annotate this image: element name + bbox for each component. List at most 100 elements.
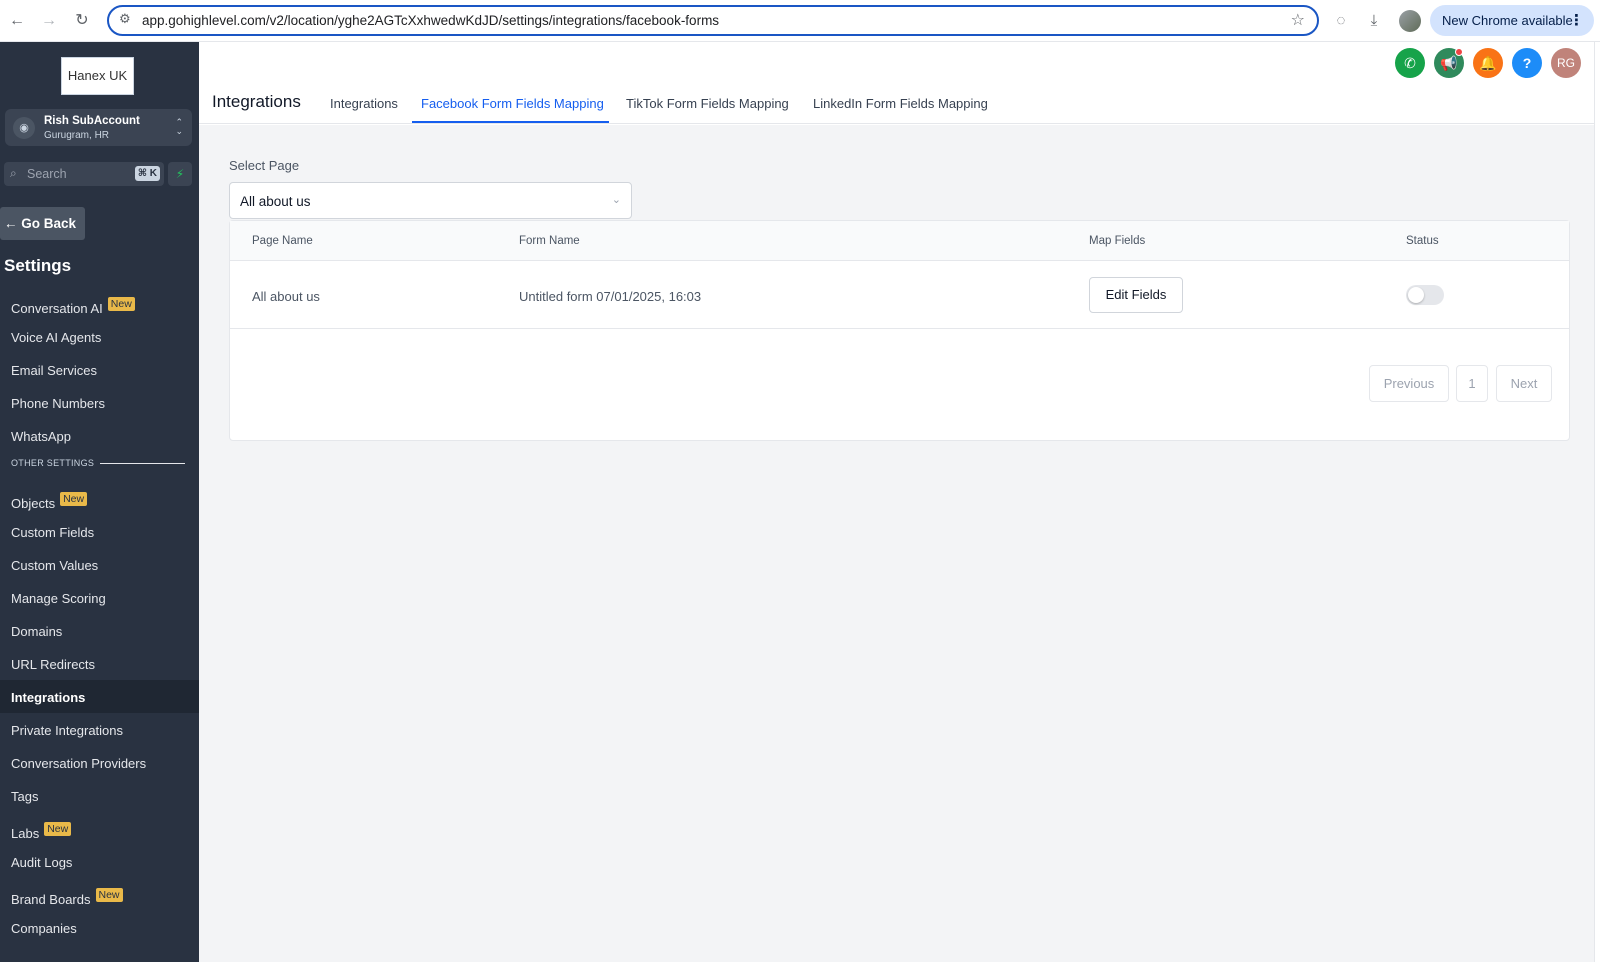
chevron-down-icon: ⌄ (611, 194, 621, 206)
more-menu-icon[interactable]: ⋮ (1569, 11, 1584, 29)
phone-icon[interactable]: ✆ (1395, 48, 1425, 78)
sidebar-item-label: Custom Values (11, 558, 99, 573)
sidebar-item-label: Labs (11, 826, 40, 841)
next-page-button[interactable]: Next (1496, 365, 1552, 402)
sidebar-item-label: Conversation AI (11, 301, 103, 316)
selected-page-value: All about us (240, 194, 311, 209)
sidebar-item-label: WhatsApp (11, 429, 71, 444)
sidebar-item-companies[interactable]: Companies (0, 911, 199, 944)
settings-title: Settings (4, 256, 72, 275)
tab-linkedin-form-fields-mapping[interactable]: LinkedIn Form Fields Mapping (813, 96, 988, 111)
sidebar-item-label: Phone Numbers (11, 396, 105, 411)
sidebar-item-conversation-providers[interactable]: Conversation Providers (0, 746, 199, 779)
forms-table-card: Page Name Form Name Map Fields Status Al… (229, 220, 1570, 441)
go-back-button[interactable]: ← Go Back (0, 207, 85, 240)
cell-form-name: Untitled form 07/01/2025, 16:03 (519, 289, 702, 304)
new-badge: New (44, 822, 72, 836)
sidebar-item-custom-fields[interactable]: Custom Fields (0, 515, 199, 548)
select-page-dropdown[interactable]: All about us ⌄ (229, 182, 632, 219)
page-header (199, 42, 1594, 124)
reload-icon[interactable]: ↻ (72, 11, 92, 31)
url-text: app.gohighlevel.com/v2/location/yghe2AGT… (142, 13, 720, 28)
company-logo[interactable]: Hanex UK (61, 57, 134, 95)
user-icon: ◉ (13, 117, 35, 139)
new-chrome-available-button[interactable]: New Chrome available ⋮ (1430, 5, 1594, 36)
sidebar-item-custom-values[interactable]: Custom Values (0, 548, 199, 581)
sidebar-item-label: URL Redirects (11, 657, 96, 672)
sidebar-item-private-integrations[interactable]: Private Integrations (0, 713, 199, 746)
bookmark-star-icon[interactable]: ☆ (1291, 10, 1305, 30)
sidebar-item-label: Conversation Providers (11, 756, 147, 771)
search-shortcut: ⌘ K (134, 166, 160, 181)
table-row: All about us Untitled form 07/01/2025, 1… (230, 261, 1569, 329)
sidebar-item-label: Tags (11, 789, 39, 804)
go-back-label: Go Back (21, 216, 77, 231)
user-avatar[interactable]: RG (1551, 48, 1581, 78)
notification-dot (1455, 48, 1463, 56)
edit-fields-button[interactable]: Edit Fields (1089, 277, 1183, 313)
sidebar-item-label: Email Services (11, 363, 97, 378)
user-initials: RG (1557, 56, 1575, 70)
search-placeholder: Search (27, 167, 67, 181)
sidebar-item-label: Voice AI Agents (11, 330, 102, 345)
site-settings-icon[interactable]: ⚙ (119, 11, 131, 27)
forward-arrow-icon[interactable]: → (39, 11, 59, 31)
cell-page-name: All about us (252, 289, 320, 304)
sidebar-item-tags[interactable]: Tags (0, 779, 199, 812)
sidebar-item-labs[interactable]: Labs New (0, 812, 199, 845)
page-number-button[interactable]: 1 (1456, 365, 1488, 402)
sidebar-item-manage-scoring[interactable]: Manage Scoring (0, 581, 199, 614)
sidebar-item-integrations[interactable]: Integrations (0, 680, 199, 713)
sidebar-item-url-redirects[interactable]: URL Redirects (0, 647, 199, 680)
active-tab-indicator (412, 121, 609, 123)
new-badge: New (60, 492, 88, 506)
tab-facebook-form-fields-mapping[interactable]: Facebook Form Fields Mapping (421, 96, 604, 111)
sidebar-item-brand-boards[interactable]: Brand Boards New (0, 878, 199, 911)
account-name: Rish SubAccount (44, 115, 140, 127)
quick-actions-bolt-icon[interactable]: ⚡ (168, 162, 192, 186)
sidebar-item-label: Companies (11, 921, 77, 936)
sidebar-item-phone-numbers[interactable]: Phone Numbers (0, 386, 199, 419)
sidebar-item-label: Audit Logs (11, 855, 73, 870)
page-edge (1594, 42, 1600, 962)
sidebar: Hanex UK ◉ Rish SubAccount Gurugram, HR … (0, 42, 199, 962)
sidebar-item-label: Domains (11, 624, 63, 639)
address-bar[interactable]: ⚙ app.gohighlevel.com/v2/location/yghe2A… (107, 5, 1319, 36)
sidebar-item-label: Manage Scoring (11, 591, 106, 606)
previous-page-button[interactable]: Previous (1369, 365, 1449, 402)
download-icon[interactable]: ⤓ (1364, 11, 1384, 31)
sidebar-item-label: Brand Boards (11, 892, 91, 907)
sidebar-item-label: Private Integrations (11, 723, 124, 738)
toggle-knob (1408, 287, 1424, 303)
sidebar-item-domains[interactable]: Domains (0, 614, 199, 647)
tab-integrations[interactable]: Integrations (330, 96, 398, 111)
sidebar-item-email-services[interactable]: Email Services (0, 353, 199, 386)
select-page-label: Select Page (229, 158, 300, 173)
browser-toolbar: ← → ↻ ⚙ app.gohighlevel.com/v2/location/… (0, 0, 1600, 42)
chevron-up-down-icon: ⌃ ⌄ (175, 117, 183, 136)
sidebar-item-label: Objects (11, 496, 56, 511)
help-icon: ? (1522, 55, 1532, 71)
other-settings-heading: OTHER SETTINGS (11, 458, 95, 468)
bell-icon[interactable]: 🔔 (1473, 48, 1503, 78)
back-arrow-icon[interactable]: ← (7, 11, 27, 31)
sidebar-item-audit-logs[interactable]: Audit Logs (0, 845, 199, 878)
search-icon: ⌕ (10, 166, 17, 180)
extension-icon[interactable]: ◌ (1331, 11, 1351, 31)
sidebar-search[interactable]: ⌕ Search ⌘ K (4, 162, 164, 186)
sidebar-item-voice-ai-agents[interactable]: Voice AI Agents (0, 320, 199, 353)
status-toggle[interactable] (1406, 285, 1444, 305)
sidebar-item-label: Custom Fields (11, 525, 95, 540)
tab-tiktok-form-fields-mapping[interactable]: TikTok Form Fields Mapping (626, 96, 789, 111)
column-header-page-name: Page Name (252, 235, 313, 247)
sidebar-item-whatsapp[interactable]: WhatsApp (0, 419, 199, 452)
sidebar-item-objects[interactable]: Objects New (0, 482, 199, 515)
sidebar-item-conversation-ai[interactable]: Conversation AI New (0, 287, 199, 320)
new-badge: New (107, 297, 135, 311)
table-header: Page Name Form Name Map Fields Status (230, 221, 1569, 261)
account-switcher[interactable]: ◉ Rish SubAccount Gurugram, HR ⌃ ⌄ (5, 109, 192, 146)
column-header-map-fields: Map Fields (1089, 235, 1146, 247)
help-button[interactable]: ? (1512, 48, 1542, 78)
chrome-profile-avatar[interactable] (1399, 10, 1421, 32)
column-header-form-name: Form Name (519, 235, 580, 247)
